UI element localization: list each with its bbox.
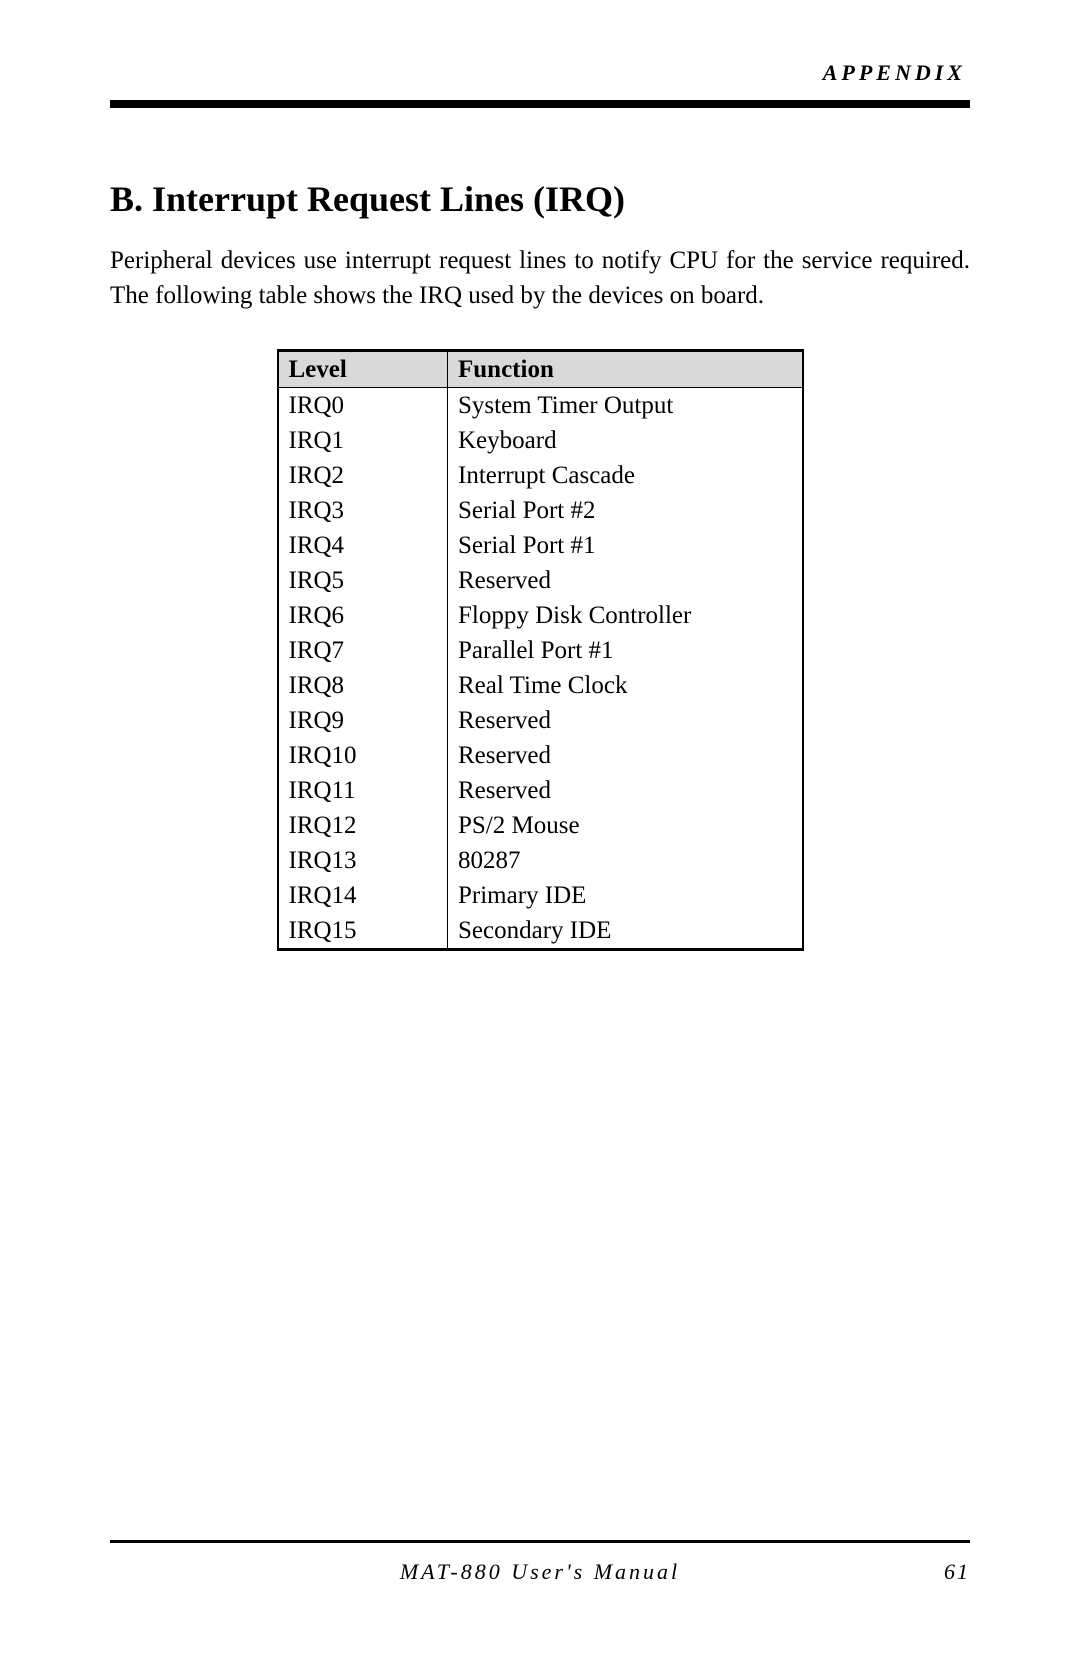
- footer-row: MAT-880 User's Manual 61: [110, 1559, 970, 1585]
- section-label: APPENDIX: [110, 60, 970, 86]
- cell-function: Parallel Port #1: [448, 633, 803, 668]
- page: APPENDIX B. Interrupt Request Lines (IRQ…: [0, 0, 1080, 1669]
- table-row: IRQ1 Keyboard: [278, 423, 803, 458]
- cell-function: Reserved: [448, 738, 803, 773]
- footer-page-number: 61: [910, 1559, 970, 1585]
- cell-function: Interrupt Cascade: [448, 458, 803, 493]
- page-heading: B. Interrupt Request Lines (IRQ): [110, 178, 970, 220]
- cell-function: PS/2 Mouse: [448, 808, 803, 843]
- table-row: IRQ8 Real Time Clock: [278, 668, 803, 703]
- table-row: IRQ0 System Timer Output: [278, 388, 803, 424]
- table-row: IRQ6 Floppy Disk Controller: [278, 598, 803, 633]
- cell-level: IRQ4: [278, 528, 448, 563]
- irq-table-body: IRQ0 System Timer Output IRQ1 Keyboard I…: [278, 388, 803, 950]
- cell-level: IRQ2: [278, 458, 448, 493]
- cell-function: Serial Port #1: [448, 528, 803, 563]
- table-row: IRQ9 Reserved: [278, 703, 803, 738]
- table-row: IRQ4 Serial Port #1: [278, 528, 803, 563]
- cell-function: Reserved: [448, 773, 803, 808]
- cell-function: Secondary IDE: [448, 913, 803, 950]
- footer-manual-title: MAT-880 User's Manual: [170, 1559, 910, 1585]
- cell-function: System Timer Output: [448, 388, 803, 424]
- cell-level: IRQ11: [278, 773, 448, 808]
- table-row: IRQ10 Reserved: [278, 738, 803, 773]
- cell-level: IRQ3: [278, 493, 448, 528]
- cell-function: Reserved: [448, 563, 803, 598]
- cell-level: IRQ15: [278, 913, 448, 950]
- cell-function: 80287: [448, 843, 803, 878]
- cell-level: IRQ9: [278, 703, 448, 738]
- cell-level: IRQ1: [278, 423, 448, 458]
- cell-level: IRQ7: [278, 633, 448, 668]
- cell-level: IRQ6: [278, 598, 448, 633]
- cell-function: Keyboard: [448, 423, 803, 458]
- cell-level: IRQ8: [278, 668, 448, 703]
- page-footer: MAT-880 User's Manual 61: [110, 1540, 970, 1585]
- table-row: IRQ5 Reserved: [278, 563, 803, 598]
- table-row: IRQ12 PS/2 Mouse: [278, 808, 803, 843]
- cell-function: Real Time Clock: [448, 668, 803, 703]
- table-row: IRQ7 Parallel Port #1: [278, 633, 803, 668]
- irq-table: Level Function IRQ0 System Timer Output …: [277, 349, 804, 951]
- table-wrapper: Level Function IRQ0 System Timer Output …: [110, 349, 970, 951]
- cell-level: IRQ10: [278, 738, 448, 773]
- cell-level: IRQ13: [278, 843, 448, 878]
- table-row: IRQ11 Reserved: [278, 773, 803, 808]
- cell-level: IRQ0: [278, 388, 448, 424]
- rule-top: [110, 100, 970, 108]
- rule-bottom: [110, 1540, 970, 1543]
- col-header-function: Function: [448, 351, 803, 388]
- table-row: IRQ13 80287: [278, 843, 803, 878]
- cell-function: Reserved: [448, 703, 803, 738]
- cell-function: Primary IDE: [448, 878, 803, 913]
- col-header-level: Level: [278, 351, 448, 388]
- cell-function: Serial Port #2: [448, 493, 803, 528]
- cell-level: IRQ12: [278, 808, 448, 843]
- cell-function: Floppy Disk Controller: [448, 598, 803, 633]
- table-row: IRQ3 Serial Port #2: [278, 493, 803, 528]
- cell-level: IRQ5: [278, 563, 448, 598]
- table-row: IRQ2 Interrupt Cascade: [278, 458, 803, 493]
- intro-paragraph: Peripheral devices use interrupt request…: [110, 244, 970, 313]
- table-row: IRQ15 Secondary IDE: [278, 913, 803, 950]
- table-row: IRQ14 Primary IDE: [278, 878, 803, 913]
- table-header-row: Level Function: [278, 351, 803, 388]
- cell-level: IRQ14: [278, 878, 448, 913]
